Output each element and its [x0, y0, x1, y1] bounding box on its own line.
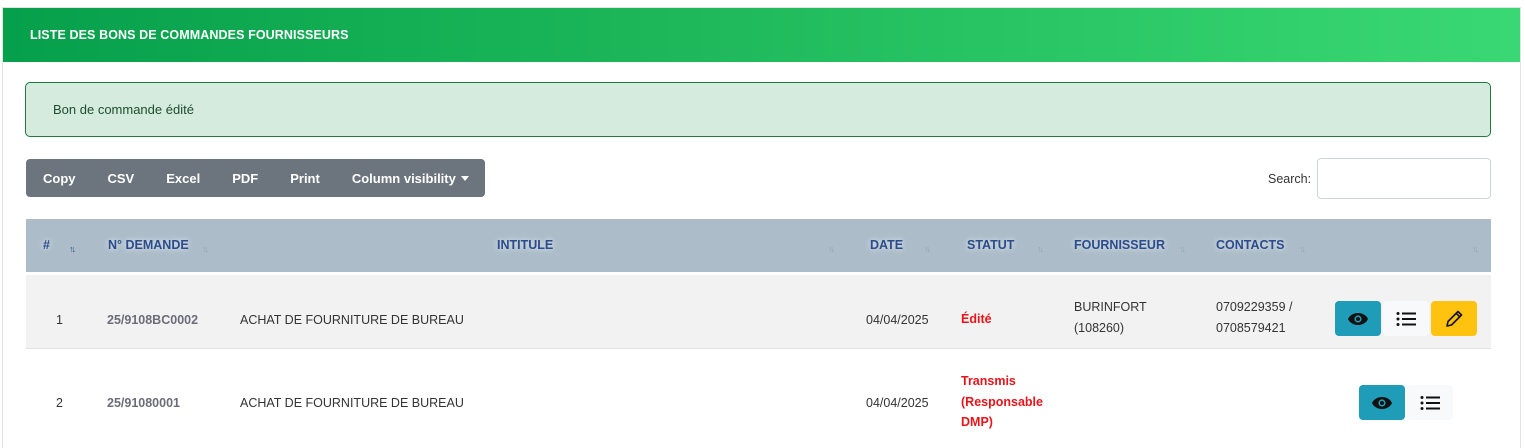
column-header-contacts[interactable]: CONTACTS	[1216, 238, 1285, 252]
status-line: (Responsable	[961, 394, 1043, 409]
column-visibility-button[interactable]: Column visibility	[336, 159, 485, 197]
column-header-intitule[interactable]: INTITULE	[497, 238, 553, 252]
success-alert: Bon de commande édité	[25, 82, 1491, 137]
alert-message: Bon de commande édité	[53, 102, 194, 117]
status-text: Édité	[961, 312, 992, 326]
eye-icon	[1372, 396, 1392, 409]
view-button[interactable]	[1359, 385, 1405, 420]
list-icon	[1420, 395, 1440, 410]
contact-line: 0708579421	[1216, 320, 1286, 335]
search-label: Search:	[1268, 172, 1312, 186]
column-header-statut[interactable]: STATUT	[967, 238, 1014, 252]
column-header-date[interactable]: DATE	[870, 238, 903, 252]
demande-number[interactable]: 25/9108BC0002	[107, 313, 198, 327]
sort-icon[interactable]: ↑↓	[1037, 244, 1044, 254]
contact-line: 0709229359 /	[1216, 300, 1293, 314]
fournisseur: BURINFORT (108260)	[1074, 297, 1147, 338]
demande-number[interactable]: 25/91080001	[107, 396, 180, 410]
sort-icon[interactable]: ↑↓	[1472, 244, 1479, 254]
sort-asc-icon[interactable]: ↑↓	[69, 244, 76, 254]
search-input[interactable]	[1317, 158, 1491, 199]
export-buttons: Copy CSV Excel PDF Print Column visibili…	[26, 159, 485, 197]
row-number: 2	[56, 396, 63, 410]
date: 04/04/2025	[866, 313, 929, 327]
copy-button[interactable]: Copy	[26, 159, 92, 197]
status-line: DMP)	[961, 415, 993, 429]
column-visibility-label: Column visibility	[351, 170, 456, 186]
csv-button[interactable]: CSV	[92, 159, 151, 197]
row-number: 1	[56, 313, 63, 327]
edit-button[interactable]	[1431, 301, 1477, 336]
column-header-num[interactable]: #	[43, 238, 50, 252]
intitule: ACHAT DE FOURNITURE DE BUREAU	[240, 396, 464, 410]
sort-icon[interactable]: ↑↓	[924, 244, 931, 254]
intitule: ACHAT DE FOURNITURE DE BUREAU	[240, 313, 464, 327]
pencil-icon	[1446, 310, 1463, 327]
list-icon	[1396, 311, 1416, 326]
table-header: # ↑↓ N° DEMANDE ↑↓ INTITULE ↑↓ DATE ↑↓ S…	[26, 219, 1491, 272]
fournisseur-name: BURINFORT	[1074, 300, 1147, 314]
card-header: LISTE DES BONS DE COMMANDES FOURNISSEURS	[3, 8, 1520, 62]
details-button[interactable]	[1407, 385, 1453, 420]
table-row: 2 25/91080001 ACHAT DE FOURNITURE DE BUR…	[26, 349, 1491, 448]
date: 04/04/2025	[866, 396, 929, 410]
sort-icon[interactable]: ↑↓	[828, 244, 835, 254]
fournisseur-code: (108260)	[1074, 320, 1125, 335]
column-header-demande[interactable]: N° DEMANDE	[108, 238, 189, 252]
page-title: LISTE DES BONS DE COMMANDES FOURNISSEURS	[30, 28, 349, 42]
print-button[interactable]: Print	[274, 159, 336, 197]
status-text: Transmis (Responsable DMP)	[961, 371, 1043, 433]
details-button[interactable]	[1383, 301, 1429, 336]
status-line: Transmis	[961, 374, 1016, 388]
eye-icon	[1348, 312, 1368, 325]
view-button[interactable]	[1335, 301, 1381, 336]
sort-icon[interactable]: ↑↓	[202, 244, 209, 254]
sort-icon[interactable]: ↑↓	[1299, 244, 1306, 254]
caret-down-icon	[460, 176, 469, 181]
contacts: 0709229359 / 0708579421	[1216, 297, 1292, 338]
column-header-fournisseur[interactable]: FOURNISSEUR	[1074, 238, 1165, 252]
excel-button[interactable]: Excel	[150, 159, 216, 197]
sort-icon[interactable]: ↑↓	[1179, 244, 1186, 254]
table-row: 1 25/9108BC0002 ACHAT DE FOURNITURE DE B…	[26, 275, 1491, 349]
pdf-button[interactable]: PDF	[216, 159, 274, 197]
